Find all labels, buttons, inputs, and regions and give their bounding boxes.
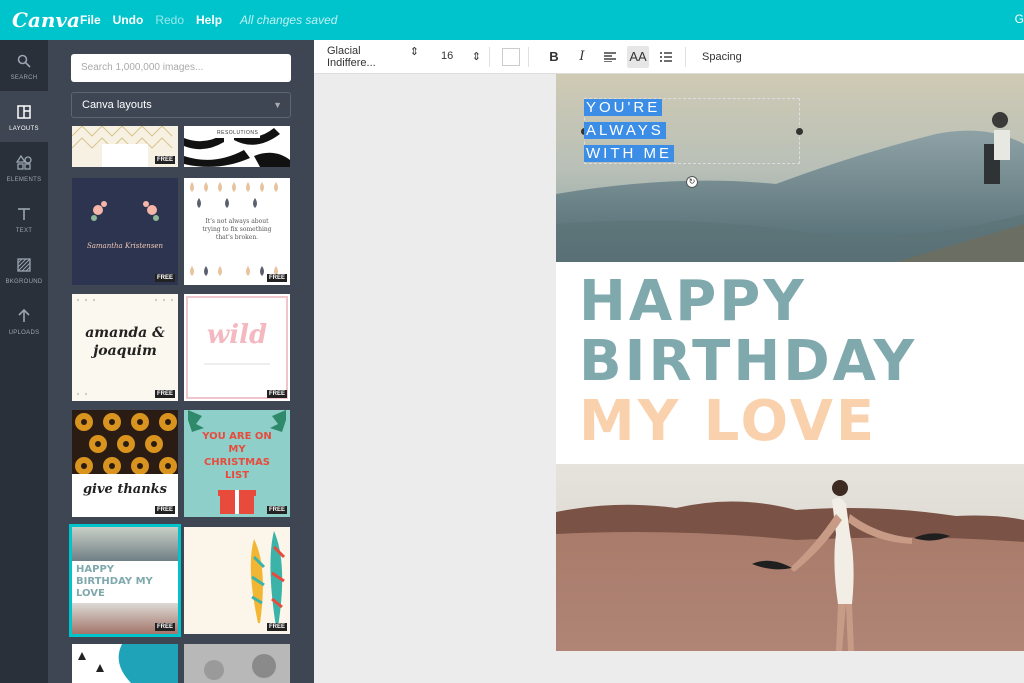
thumbnail-text: It's not always about trying to fix some…: [202, 218, 272, 241]
thumbnail-wreath: [91, 201, 159, 221]
updown-icon: ⇕: [409, 45, 419, 58]
thumbnail-photo: [184, 644, 290, 683]
menu-undo[interactable]: Undo: [113, 13, 144, 27]
layout-thumbnail[interactable]: [184, 644, 290, 683]
text-toolbar: Glacial Indiffere... ⇕ 16 ⇕ B I AA Spaci…: [314, 40, 1024, 74]
divider: [489, 46, 490, 67]
rail-text[interactable]: TEXT: [0, 193, 48, 244]
canvas-area: YOU'RE ALWAYS WITH ME ↻ HAPPY BIRTHDAY M…: [314, 74, 1024, 683]
thumbnail-feathers: [250, 531, 286, 627]
free-badge: FREE: [154, 623, 175, 631]
spacing-button[interactable]: Spacing: [702, 51, 742, 63]
rotate-handle-icon[interactable]: ↻: [686, 176, 698, 188]
divider: [528, 46, 529, 67]
rail-label: SEARCH: [10, 74, 38, 81]
top-bar: Canva File Undo Redo Help All changes sa…: [0, 0, 1024, 40]
layout-thumbnail[interactable]: It's not always about trying to fix some…: [184, 178, 290, 285]
layout-thumbnail[interactable]: amanda & joaquim FREE: [72, 294, 178, 401]
text-color-swatch[interactable]: [502, 47, 520, 66]
chevron-down-icon: ▼: [273, 100, 282, 110]
rail-elements[interactable]: ELEMENTS: [0, 142, 48, 193]
design-page[interactable]: YOU'RE ALWAYS WITH ME ↻ HAPPY BIRTHDAY M…: [556, 74, 1024, 651]
free-badge: FREE: [154, 506, 175, 514]
layout-thumbnail[interactable]: Samantha Kristensen FREE: [72, 178, 178, 285]
layouts-panel: Search 1,000,000 images... Canva layouts…: [48, 40, 314, 683]
quote-line: ALWAYS: [584, 122, 666, 139]
thumbnail-text: RESOLUTIONS: [217, 130, 259, 136]
quote-text[interactable]: YOU'RE ALWAYS WITH ME: [584, 96, 674, 165]
layout-type-value: Canva layouts: [82, 99, 152, 111]
thumbnail-text: Samantha Kristensen: [86, 242, 164, 250]
thumbnail-blue: [78, 644, 178, 683]
share-button[interactable]: G: [1015, 12, 1024, 26]
free-badge: FREE: [154, 274, 175, 282]
rail-label: UPLOADS: [8, 329, 40, 336]
search-icon: [14, 51, 34, 71]
updown-icon: ⇕: [471, 51, 481, 63]
font-family-select[interactable]: Glacial Indiffere... ⇕: [327, 45, 419, 69]
bold-button[interactable]: B: [543, 46, 565, 68]
font-size-value: 16: [441, 50, 454, 62]
menu-redo[interactable]: Redo: [155, 13, 184, 27]
resize-handle-right[interactable]: [796, 128, 803, 135]
rail-search[interactable]: SEARCH: [0, 40, 48, 91]
italic-button[interactable]: I: [571, 46, 593, 68]
font-size-select[interactable]: 16 ⇕: [441, 50, 481, 63]
menu-help[interactable]: Help: [196, 13, 222, 27]
rail-label: BKGROUND: [5, 278, 43, 285]
align-left-icon: [604, 51, 616, 62]
free-badge: FREE: [266, 390, 287, 398]
rail-uploads[interactable]: UPLOADS: [0, 295, 48, 346]
image-search-input[interactable]: Search 1,000,000 images...: [71, 54, 291, 82]
thumbnail-flowers: [72, 410, 178, 475]
canva-logo[interactable]: Canva: [12, 8, 80, 32]
free-badge: FREE: [154, 156, 175, 164]
layout-thumbnail[interactable]: wild FREE: [184, 294, 290, 401]
thumbnail-text: HAPPY BIRTHDAY MY LOVE: [76, 564, 153, 599]
text-icon: [14, 204, 34, 224]
desert-photo[interactable]: [556, 464, 1024, 651]
quote-line: YOU'RE: [584, 99, 663, 116]
thumbnail-text: wild: [206, 320, 268, 350]
thumbnail-text: give thanks: [82, 482, 168, 497]
quote-line: WITH ME: [584, 145, 674, 162]
side-rail: SEARCH LAYOUTS ELEMENTS TEXT BKGROUND UP…: [0, 40, 48, 683]
rail-label: LAYOUTS: [9, 125, 39, 132]
thumbnail-text: YOU ARE ON MY CHRISTMAS LIST: [202, 431, 272, 481]
layout-thumbnail-selected[interactable]: HAPPY BIRTHDAY MY LOVE FREE: [69, 524, 181, 637]
headline-line-3[interactable]: MY LOVE: [579, 392, 877, 452]
layout-thumbnail[interactable]: YOU ARE ON MY CHRISTMAS LIST FREE: [184, 410, 290, 517]
align-left-button[interactable]: [599, 46, 621, 68]
uppercase-button[interactable]: AA: [627, 45, 649, 68]
layout-thumbnail[interactable]: FREE: [72, 126, 178, 167]
upload-icon: [14, 306, 34, 326]
layout-type-select[interactable]: Canva layouts ▼: [71, 92, 291, 118]
menu-file[interactable]: File: [80, 13, 101, 27]
free-badge: FREE: [266, 274, 287, 282]
list-button[interactable]: [655, 46, 677, 68]
layout-thumbnail[interactable]: FREE: [184, 527, 290, 634]
elements-icon: [14, 153, 34, 173]
layout-thumbnail[interactable]: [72, 644, 178, 683]
free-badge: FREE: [154, 390, 175, 398]
rail-background[interactable]: BKGROUND: [0, 244, 48, 295]
rail-layouts[interactable]: LAYOUTS: [0, 91, 48, 142]
headline-line-2[interactable]: BIRTHDAY: [579, 332, 917, 392]
headline-line-1[interactable]: HAPPY: [579, 272, 807, 332]
rail-label: ELEMENTS: [6, 176, 42, 183]
list-icon: [660, 51, 672, 62]
rail-label: TEXT: [15, 227, 33, 234]
save-status: All changes saved: [240, 13, 338, 27]
free-badge: FREE: [266, 506, 287, 514]
divider: [685, 46, 686, 67]
font-family-value: Glacial Indiffere...: [327, 44, 376, 69]
layout-thumbnail[interactable]: give thanks FREE: [72, 410, 178, 517]
thumbnail-text: amanda & joaquim: [85, 325, 165, 359]
layout-thumbnail[interactable]: RESOLUTIONS: [184, 126, 290, 167]
background-icon: [14, 255, 34, 275]
free-badge: FREE: [266, 623, 287, 631]
layouts-icon: [14, 102, 34, 122]
